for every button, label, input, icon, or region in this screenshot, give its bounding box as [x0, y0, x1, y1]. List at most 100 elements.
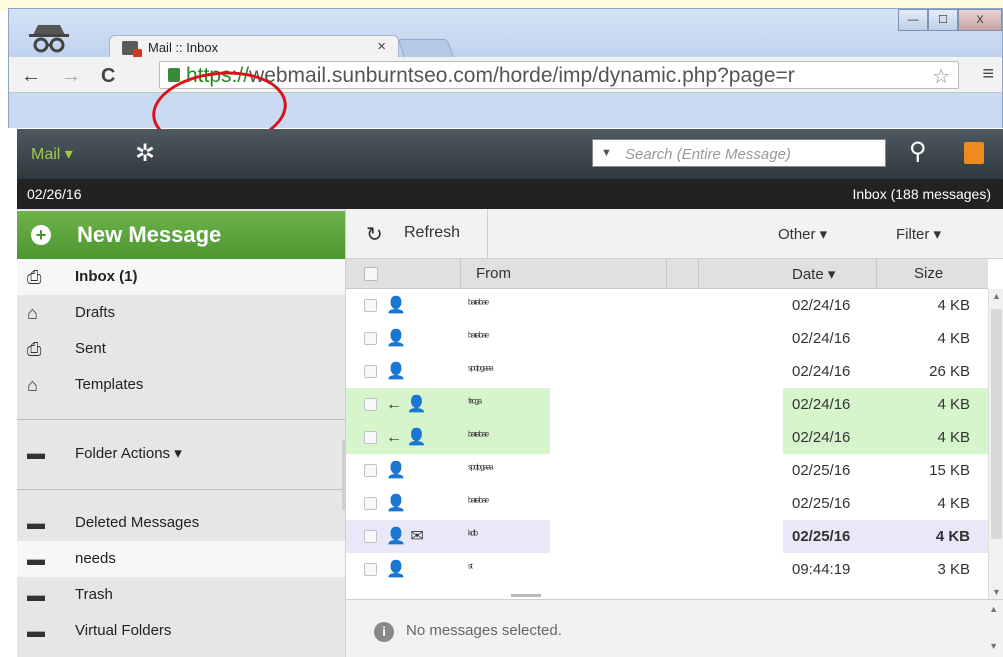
- minimize-button[interactable]: —: [898, 9, 928, 31]
- sidebar-item-sent[interactable]: ⎙ Sent: [17, 331, 345, 367]
- sidebar-item-drafts[interactable]: ⌂ Drafts: [17, 295, 345, 331]
- row-checkbox[interactable]: [364, 365, 377, 378]
- replied-arrow-icon: ← 👤: [386, 396, 427, 413]
- unread-envelope-icon: 👤 ✉: [386, 528, 424, 545]
- sidebar-item-label: Folder Actions ▾: [75, 445, 182, 462]
- row-checkbox[interactable]: [364, 530, 377, 543]
- size-cell: 4 KB: [937, 396, 970, 413]
- incognito-icon: [29, 25, 69, 53]
- size-cell: 15 KB: [929, 462, 970, 479]
- inbox-count: Inbox (188 messages): [852, 186, 991, 202]
- row-checkbox[interactable]: [364, 332, 377, 345]
- from-cell: ˢᵗ: [468, 562, 473, 574]
- sidebar-item-deleted-messages[interactable]: ▬ Deleted Messages: [17, 505, 345, 541]
- sender-person-icon: 👤: [386, 330, 406, 347]
- table-row[interactable]: 👤 ᵇᵃᶦᶦᵃᵇᵃᵉ 02/25/16 4 KB: [346, 487, 988, 520]
- sender-person-icon: 👤: [386, 363, 406, 380]
- column-divider: [460, 259, 461, 289]
- sidebar-item-templates[interactable]: ⌂ Templates: [17, 367, 345, 403]
- from-cell: ᵇᵃᶦᶦᵃᵇᵃᵉ: [468, 331, 489, 343]
- filter-menu-button[interactable]: Filter ▾: [896, 225, 941, 243]
- message-list-pane: ↻ Refresh Other ▾ Filter ▾ From Date ▾ S…: [345, 209, 1003, 657]
- sidebar-divider: [17, 489, 345, 490]
- maximize-button[interactable]: ☐: [928, 9, 958, 31]
- tab-title: Mail :: Inbox: [148, 40, 219, 55]
- column-divider: [876, 259, 877, 289]
- column-divider: [698, 259, 699, 289]
- sidebar-item-trash[interactable]: ▬ Trash: [17, 577, 345, 613]
- size-cell: 4 KB: [937, 297, 970, 314]
- row-checkbox[interactable]: [364, 563, 377, 576]
- new-tab-button[interactable]: [397, 39, 455, 59]
- forward-button[interactable]: →: [61, 65, 81, 88]
- search-input[interactable]: ▼ Search (Entire Message): [592, 139, 886, 167]
- date-cell: 02/25/16: [792, 462, 851, 479]
- date-cell: 02/24/16: [792, 363, 851, 380]
- row-checkbox[interactable]: [364, 398, 377, 411]
- url-host-path: webmail.sunburntseo.com/horde/imp/dynami…: [249, 64, 795, 87]
- scroll-down-icon[interactable]: ▼: [992, 587, 1001, 597]
- row-checkbox[interactable]: [364, 464, 377, 477]
- column-divider: [666, 259, 667, 289]
- table-row[interactable]: ← 👤 ᵇᵃᶦᶦᵃᵇᵃᵉ 02/24/16 4 KB: [346, 421, 988, 454]
- size-cell: 4 KB: [937, 495, 970, 512]
- new-message-label: New Message: [77, 222, 222, 247]
- folder-icon: ▬: [27, 585, 45, 605]
- select-all-checkbox[interactable]: [364, 267, 378, 281]
- inbox-icon: ⎙: [27, 267, 42, 287]
- column-size[interactable]: Size: [914, 265, 943, 282]
- sender-person-icon: 👤: [386, 462, 406, 479]
- preview-resize-handle[interactable]: [511, 594, 541, 597]
- search-icon[interactable]: ⚲: [909, 137, 927, 166]
- refresh-button[interactable]: ↻ Refresh: [346, 209, 488, 259]
- row-checkbox[interactable]: [364, 431, 377, 444]
- sidebar-item-needs[interactable]: ▬ needs: [17, 541, 345, 577]
- url-text: https://webmail.sunburntseo.com/horde/im…: [186, 64, 795, 88]
- table-row[interactable]: 👤 ˢᵗ 09:44:19 3 KB: [346, 553, 988, 586]
- size-cell: 4 KB: [935, 528, 970, 545]
- preview-scroll-up-icon[interactable]: ▲: [989, 604, 998, 614]
- table-row[interactable]: 👤 ˢᵖᵈᵖᵍᵃᵃᵃ 02/25/16 15 KB: [346, 454, 988, 487]
- scroll-up-icon[interactable]: ▲: [992, 291, 1001, 301]
- sent-icon: ⎙: [27, 339, 42, 359]
- new-message-button[interactable]: + New Message: [17, 211, 345, 259]
- gear-icon[interactable]: ✲: [135, 139, 155, 168]
- other-menu-button[interactable]: Other ▾: [778, 225, 827, 243]
- lock-icon: [168, 68, 180, 82]
- browser-menu-icon[interactable]: ≡: [982, 63, 994, 86]
- bookmark-star-icon[interactable]: ☆: [932, 64, 950, 89]
- status-bar: 02/26/16 Inbox (188 messages): [17, 179, 1003, 209]
- scroll-thumb[interactable]: [991, 309, 1002, 539]
- sidebar-item-label: Drafts: [75, 304, 116, 321]
- table-row[interactable]: 👤 ᵇᵃᶦᶦᵃᵇᵃᵉ 02/24/16 4 KB: [346, 289, 988, 322]
- preview-empty-text: No messages selected.: [406, 622, 562, 639]
- tab-mail-inbox[interactable]: Mail :: Inbox ×: [109, 35, 399, 59]
- table-row[interactable]: 👤 ˢᵖᵈᵖᵍᵃᵃᵃ 02/24/16 26 KB: [346, 355, 988, 388]
- search-scope-dropdown-icon[interactable]: ▼: [601, 147, 612, 159]
- list-scrollbar[interactable]: ▲ ▼: [988, 289, 1003, 599]
- column-from[interactable]: From: [476, 265, 511, 282]
- address-bar[interactable]: https://webmail.sunburntseo.com/horde/im…: [159, 61, 959, 89]
- sidebar-item-virtual-folders[interactable]: ▬ Virtual Folders: [17, 613, 345, 649]
- folder-actions-menu[interactable]: ▬ Folder Actions ▾: [17, 435, 345, 471]
- logout-icon[interactable]: [964, 142, 984, 164]
- mail-menu-button[interactable]: Mail ▾: [31, 144, 73, 164]
- sidebar-divider: [17, 419, 345, 420]
- sidebar-item-inbox[interactable]: ⎙ Inbox (1): [17, 259, 345, 295]
- table-row[interactable]: ← 👤 ᶠʳᶦᶜᵍᵃ 02/24/16 4 KB: [346, 388, 988, 421]
- row-checkbox[interactable]: [364, 497, 377, 510]
- sidebar-item-label: Templates: [75, 376, 144, 393]
- sender-person-icon: 👤: [386, 495, 406, 512]
- table-row[interactable]: 👤 ✉ ᵏᵈᵇ 02/25/16 4 KB: [346, 520, 988, 553]
- date-cell: 02/24/16: [792, 297, 851, 314]
- reload-button[interactable]: C: [101, 65, 115, 88]
- preview-scroll-down-icon[interactable]: ▼: [989, 641, 998, 651]
- row-checkbox[interactable]: [364, 299, 377, 312]
- table-row[interactable]: 👤 ᵇᵃᶦᶦᵃᵇᵃᵉ 02/24/16 4 KB: [346, 322, 988, 355]
- column-date[interactable]: Date ▾: [792, 265, 835, 283]
- tab-bar: Mail :: Inbox × — ☐ X: [9, 9, 1002, 59]
- close-window-button[interactable]: X: [958, 9, 1002, 31]
- back-button[interactable]: ←: [21, 65, 41, 88]
- tab-close-icon[interactable]: ×: [377, 38, 386, 55]
- address-toolbar: ← → C https://webmail.sunburntseo.com/ho…: [9, 57, 1002, 93]
